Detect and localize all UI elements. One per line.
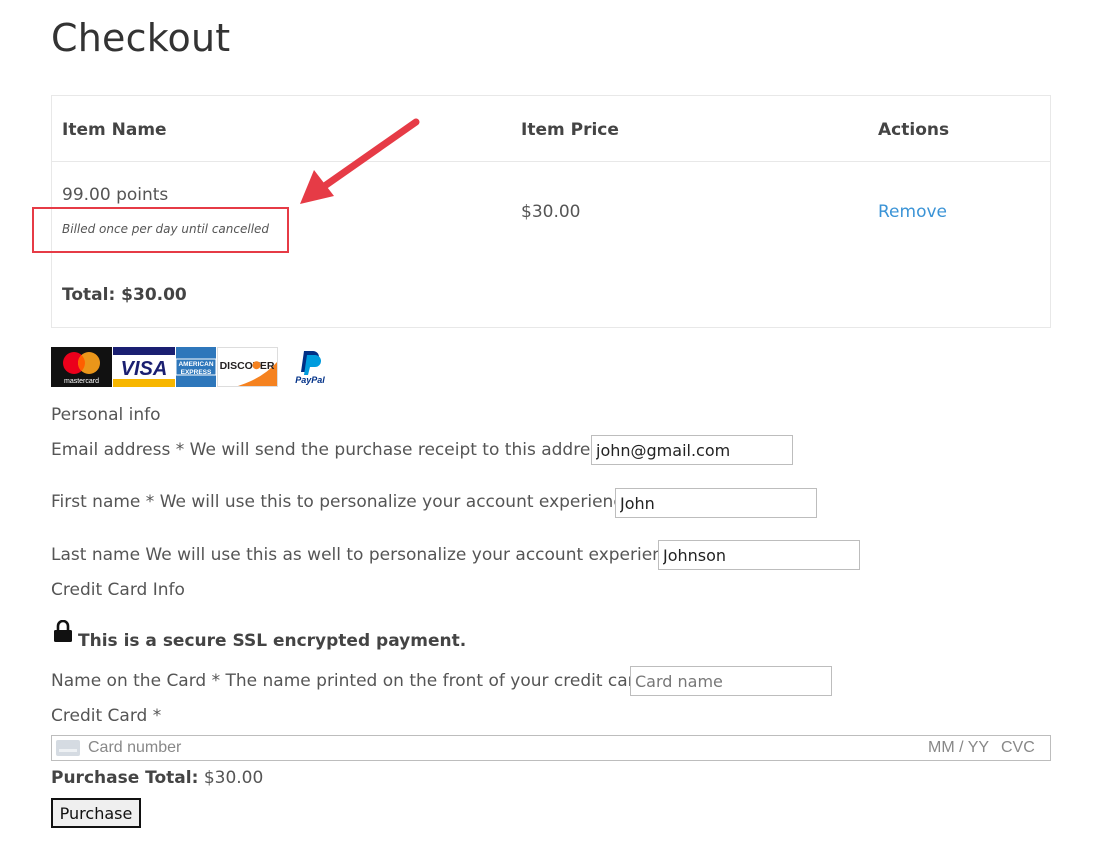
credit-card-icon	[56, 740, 80, 756]
remove-link[interactable]: Remove	[878, 202, 947, 222]
page-title: Checkout	[51, 16, 231, 60]
paypal-logo: PayPal	[279, 347, 341, 387]
visa-logo: VISA	[113, 347, 175, 387]
purchase-total-label: Purchase Total:	[51, 768, 199, 788]
mastercard-logo: mastercard	[51, 347, 112, 387]
credit-card-label: Credit Card *	[51, 706, 162, 726]
name-on-card-label: Name on the Card * The name printed on t…	[51, 671, 651, 691]
card-cvc-placeholder[interactable]: CVC	[1001, 739, 1035, 757]
card-number-placeholder[interactable]: Card number	[88, 739, 181, 757]
card-name-input[interactable]	[630, 666, 832, 696]
item-name: 99.00 points	[62, 185, 169, 205]
cart-header-row: Item Name Item Price Actions	[52, 96, 1050, 162]
annotation-arrow-icon	[300, 118, 420, 204]
cart-total: Total: $30.00	[62, 285, 187, 305]
discover-text: DISCOVER	[220, 360, 275, 372]
lock-icon	[54, 620, 72, 642]
header-actions: Actions	[878, 120, 950, 140]
first-name-input[interactable]	[615, 488, 817, 518]
purchase-total: Purchase Total: $30.00	[51, 768, 263, 788]
email-label: Email address * We will send the purchas…	[51, 440, 614, 460]
mastercard-text: mastercard	[64, 378, 99, 385]
personal-info-heading: Personal info	[51, 405, 161, 425]
card-expiry-placeholder[interactable]: MM / YY	[928, 739, 989, 757]
visa-text: VISA	[121, 358, 168, 379]
discover-logo: DISCOVER	[217, 347, 278, 387]
first-name-label: First name * We will use this to persona…	[51, 492, 639, 512]
amex-logo: AMERICAN EXPRESS	[176, 347, 216, 387]
purchase-button[interactable]: Purchase	[51, 798, 141, 828]
header-item-price: Item Price	[521, 120, 619, 140]
item-price: $30.00	[521, 202, 581, 222]
secure-payment-note: This is a secure SSL encrypted payment.	[78, 631, 467, 651]
amex-text-1: AMERICAN	[178, 361, 213, 368]
email-input[interactable]	[591, 435, 793, 465]
paypal-text: PayPal	[295, 375, 325, 385]
last-name-label: Last name We will use this as well to pe…	[51, 545, 689, 565]
purchase-total-value: $30.00	[203, 768, 264, 788]
amex-text-2: EXPRESS	[181, 369, 212, 376]
credit-card-info-heading: Credit Card Info	[51, 580, 185, 600]
payment-logos: mastercard VISA AMERICAN EXPRESS DISCOVE…	[51, 347, 341, 387]
last-name-input[interactable]	[658, 540, 860, 570]
annotation-highlight-box	[32, 207, 289, 253]
header-item-name: Item Name	[62, 120, 167, 140]
card-details-input[interactable]: Card number MM / YY CVC	[51, 735, 1051, 761]
